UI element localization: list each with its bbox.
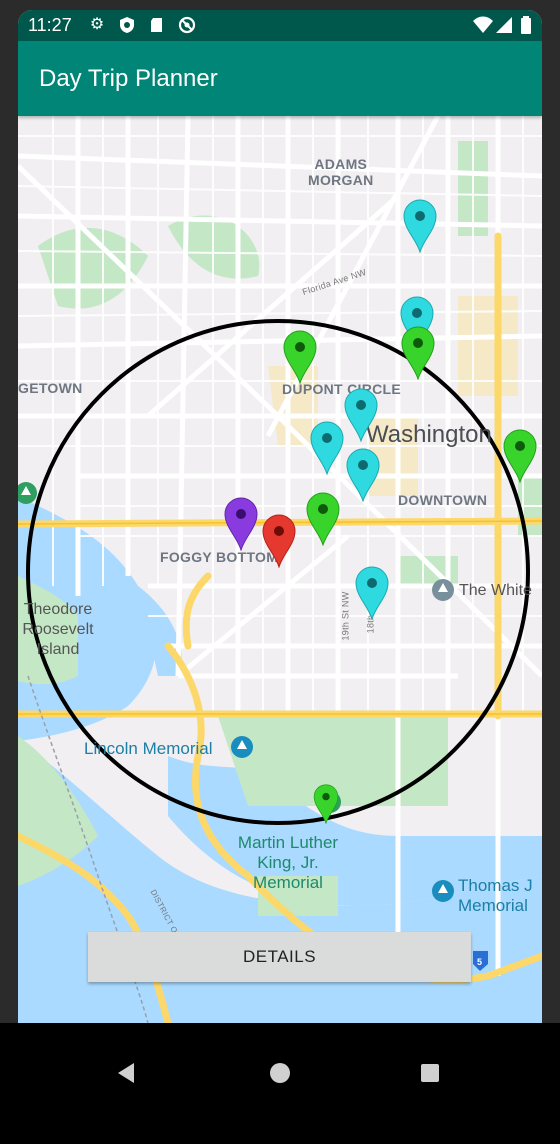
gear-icon: ⚙: [89, 16, 105, 33]
map-marker-green[interactable]: [283, 330, 317, 384]
status-time: 11:27: [28, 15, 72, 35]
map-marker-green[interactable]: [503, 429, 537, 483]
wifi-icon: [473, 16, 493, 34]
map-label-foggy-bottom: FOGGY BOTTOM: [160, 549, 279, 565]
map-label-lincoln-memorial: Lincoln Memorial: [84, 739, 213, 758]
screen: 11:27 ⚙ Day Trip Planner ADAMS MORGAN Fl…: [18, 10, 542, 1023]
map-label-theodore-roosevelt-island: Theodore Roosevelt Island: [22, 601, 94, 658]
map-label-washington: Washington: [366, 421, 492, 448]
app-bar: Day Trip Planner: [18, 41, 542, 116]
battery-icon: [517, 16, 535, 34]
map-label-mlk-memorial: Martin Luther King, Jr. Memorial: [237, 833, 339, 892]
recents-icon[interactable]: [410, 1053, 450, 1093]
status-bar: 11:27 ⚙: [18, 10, 542, 41]
map-label-the-white: The White: [459, 582, 532, 599]
map-marker-green[interactable]: [401, 326, 435, 380]
back-icon[interactable]: [106, 1053, 146, 1093]
map-label-adams-morgan: ADAMS MORGAN: [308, 156, 374, 188]
map-label-19th-st: 19th St NW: [340, 591, 351, 641]
sd-card-icon: [148, 16, 166, 34]
home-icon[interactable]: [260, 1053, 300, 1093]
map-marker-purple[interactable]: [224, 497, 258, 551]
map-label-downtown: DOWNTOWN: [398, 492, 488, 508]
navigation-bar: [0, 1023, 560, 1144]
map-label-georgetown: GETOWN: [18, 380, 83, 396]
shield-icon: [118, 16, 136, 34]
at-sign-icon: [178, 16, 196, 34]
map-view[interactable]: ADAMS MORGAN Florida Ave NW GETOWN DUPON…: [18, 116, 542, 1023]
map-label-thomas-j-memorial: Thomas J Memorial: [458, 876, 533, 915]
route-shield-label: 5: [477, 957, 483, 967]
map-marker-green[interactable]: [313, 784, 339, 824]
map-marker-cyan[interactable]: [346, 448, 380, 502]
app-title: Day Trip Planner: [39, 65, 218, 92]
signal-icon: [495, 16, 513, 34]
details-button[interactable]: DETAILS: [88, 932, 471, 982]
map-marker-cyan[interactable]: [344, 388, 378, 442]
map-marker-cyan[interactable]: [403, 199, 437, 253]
map-marker-red[interactable]: [262, 514, 296, 568]
map-marker-green[interactable]: [306, 492, 340, 546]
map-marker-cyan[interactable]: [310, 421, 344, 475]
map-marker-cyan[interactable]: [355, 566, 389, 620]
phone-frame: 11:27 ⚙ Day Trip Planner ADAMS MORGAN Fl…: [0, 0, 560, 1144]
